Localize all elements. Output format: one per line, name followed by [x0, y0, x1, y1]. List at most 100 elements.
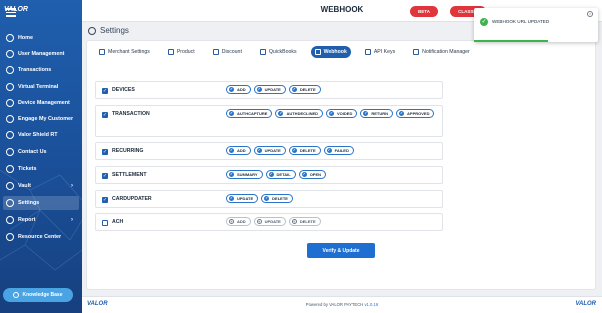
sidebar-item-virtual-terminal[interactable]: Virtual Terminal — [6, 80, 78, 94]
sidebar: Home User Management Transactions Virtual T… — [0, 0, 82, 313]
bell-icon — [413, 49, 420, 55]
sidebar-item-report[interactable]: Report › — [6, 213, 78, 227]
sidebar-item-contact-us[interactable]: Contact Us — [6, 145, 78, 159]
event-chip-summary[interactable]: ✓ SUMMARY — [226, 170, 263, 179]
footer-logo-left: VALOR — [87, 301, 108, 307]
check-icon: ✓ — [256, 148, 262, 153]
webhook-row-cardupdater: ✓ CARDUPDATER ✓ UPDATE ✓ DELETE — [95, 190, 443, 208]
sidebar-item-tickets[interactable]: Tickets — [6, 162, 78, 176]
chip-label: AUTHCAPTURE — [237, 111, 268, 116]
chip-label: APPROVED — [407, 111, 430, 116]
check-icon: ✓ — [268, 172, 274, 177]
home-icon — [6, 34, 14, 42]
powered-by-label: Powered by VALOR PAYTECH — [305, 302, 364, 307]
event-chip-update[interactable]: ✓ UPDATE — [253, 146, 286, 155]
tab-merchant-settings[interactable]: Merchant Settings — [95, 46, 154, 58]
knowledge-base-button[interactable]: Knowledge Base — [3, 288, 73, 302]
event-chip-open[interactable]: ✓ OPEN — [298, 170, 327, 179]
row-checkbox[interactable]: ✓ — [102, 197, 108, 203]
sidebar-item-transactions[interactable]: Transactions — [6, 63, 78, 77]
event-chip-detail[interactable]: ✓ DETAIL — [265, 170, 296, 179]
check-icon: ✓ — [264, 196, 270, 201]
brand-logo[interactable]: VALOR — [4, 6, 28, 13]
chip-label: ADD — [237, 219, 246, 224]
row-label: CARDUPDATER — [112, 196, 152, 202]
tab-api-keys[interactable]: API Keys — [361, 46, 399, 58]
event-chip-delete[interactable]: ✓ DELETE — [261, 194, 293, 203]
beta-button[interactable]: BETA — [410, 6, 438, 17]
sidebar-item-label: User Management — [18, 51, 65, 57]
sidebar-item-home[interactable]: Home — [6, 31, 78, 45]
tab-label: Merchant Settings — [108, 49, 150, 55]
tab-webhook[interactable]: Webhook — [310, 46, 351, 58]
tab-quickbooks[interactable]: QuickBooks — [256, 46, 301, 58]
vault-icon — [6, 182, 14, 190]
sidebar-item-settings[interactable]: Settings — [3, 196, 79, 210]
sidebar-item-device-management[interactable]: Device Management — [6, 96, 78, 110]
sidebar-item-resource-center[interactable]: Resource Center — [6, 230, 78, 244]
event-chip-delete[interactable]: ✓ DELETE — [288, 85, 321, 94]
event-chip-voided[interactable]: ✓ VOIDED — [326, 109, 358, 118]
success-toast: ✓ WEBHOOK URL UPDATED × — [474, 8, 598, 42]
sidebar-item-label: Resource Center — [18, 234, 62, 240]
row-label: TRANSACTION — [112, 111, 150, 117]
event-chip-update[interactable]: + UPDATE — [253, 217, 286, 226]
row-checkbox[interactable]: ✓ — [102, 149, 108, 155]
row-label: ACH — [112, 219, 124, 225]
tab-label: Webhook — [323, 49, 347, 55]
sidebar-item-label: Home — [18, 35, 33, 41]
event-chip-authcapture[interactable]: ✓ AUTHCAPTURE — [226, 109, 273, 118]
transactions-icon — [6, 66, 14, 74]
knowledge-icon — [13, 292, 20, 298]
check-icon: ✓ — [329, 111, 335, 116]
row-checkbox[interactable]: ✓ — [102, 88, 108, 94]
event-chip-authdeclined[interactable]: ✓ AUTHDECLINED — [275, 109, 324, 118]
check-icon: ✓ — [256, 87, 262, 92]
knowledge-base-label: Knowledge Base — [22, 292, 63, 298]
chip-label: DELETE — [299, 87, 316, 92]
chip-label: RETURN — [371, 111, 389, 116]
event-chip-update[interactable]: ✓ UPDATE — [226, 194, 259, 203]
sidebar-item-user-management[interactable]: User Management — [6, 47, 78, 61]
key-icon — [364, 49, 371, 55]
event-chip-approved[interactable]: ✓ APPROVED — [396, 109, 435, 118]
sidebar-item-label: Contact Us — [18, 149, 47, 155]
quickbooks-icon — [259, 49, 266, 55]
sidebar-item-vault[interactable]: Vault › — [6, 179, 78, 193]
event-chip-add[interactable]: ✓ ADD — [226, 146, 251, 155]
toast-progress-bar — [474, 40, 549, 42]
check-icon: ✓ — [291, 87, 297, 92]
row-checkbox[interactable]: ✓ — [102, 112, 108, 118]
page-title: WEBHOOK — [320, 5, 364, 14]
check-icon: ✓ — [229, 196, 234, 201]
tab-notification-manager[interactable]: Notification Manager — [409, 46, 474, 58]
sidebar-item-engage-my-customer[interactable]: Engage My Customer — [6, 112, 78, 126]
footer: VALOR Powered by VALOR PAYTECH v1.0.16 V… — [82, 296, 602, 313]
row-checkbox[interactable]: ✓ — [102, 173, 108, 179]
engage-icon — [6, 115, 14, 123]
tab-discount[interactable]: Discount — [209, 46, 246, 58]
event-chip-delete[interactable]: + DELETE — [288, 217, 321, 226]
sidebar-item-label: Engage My Customer — [18, 116, 74, 122]
event-chip-update[interactable]: ✓ UPDATE — [253, 85, 286, 94]
webhook-icon — [314, 49, 321, 55]
footer-logo-right: VALOR — [575, 301, 596, 307]
event-chip-add[interactable]: ✓ ADD — [226, 85, 251, 94]
shield-icon — [6, 131, 14, 139]
webhook-row-transaction: ✓ TRANSACTION ✓ AUTHCAPTURE ✓ AUTHDECLINED ✓ VO… — [95, 105, 443, 137]
event-chip-failed[interactable]: ✓ FAILED — [323, 146, 354, 155]
event-chip-add[interactable]: + ADD — [226, 217, 251, 226]
webhook-row-devices: ✓ DEVICES ✓ ADD ✓ UPDATE ✓ DELETE — [95, 81, 443, 99]
tab-product[interactable]: Product — [164, 46, 199, 58]
sidebar-item-valor-shield-rt[interactable]: Valor Shield RT — [6, 128, 78, 142]
verify-update-button[interactable]: Verify & Update — [307, 243, 375, 258]
version-link[interactable]: v1.0.16 — [364, 302, 378, 307]
settings-title: Settings — [100, 26, 129, 35]
chip-label: DELETE — [272, 196, 288, 201]
close-icon[interactable]: × — [587, 11, 593, 17]
check-icon: ✓ — [278, 111, 284, 116]
row-checkbox[interactable] — [102, 220, 108, 226]
event-chip-return[interactable]: ✓ RETURN — [360, 109, 394, 118]
event-chip-delete[interactable]: ✓ DELETE — [288, 146, 321, 155]
tab-label: Notification Manager — [422, 49, 470, 55]
